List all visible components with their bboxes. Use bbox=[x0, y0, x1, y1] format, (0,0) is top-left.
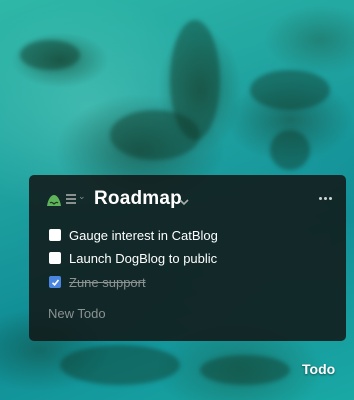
reef-texture bbox=[270, 130, 310, 170]
todo-checkbox[interactable] bbox=[49, 252, 61, 264]
reef-texture bbox=[110, 110, 200, 160]
basecamp-icon[interactable] bbox=[46, 193, 62, 207]
list-icon[interactable] bbox=[66, 194, 76, 204]
todo-item[interactable]: Gauge interest in CatBlog bbox=[49, 225, 218, 245]
reef-texture bbox=[20, 40, 80, 70]
widget-header: ⌄ Roadmap bbox=[29, 175, 346, 225]
todo-label[interactable]: Launch DogBlog to public bbox=[69, 251, 217, 266]
more-options-icon[interactable] bbox=[319, 197, 332, 200]
title-chevron-down-icon[interactable] bbox=[179, 192, 189, 206]
todo-label[interactable]: Zune support bbox=[69, 275, 146, 290]
new-todo-input[interactable]: New Todo bbox=[48, 306, 106, 321]
todo-widget: ⌄ Roadmap Gauge interest in CatBlog Laun… bbox=[29, 175, 346, 341]
checkmark-icon bbox=[51, 278, 59, 286]
list-title[interactable]: Roadmap bbox=[94, 188, 182, 210]
todo-item[interactable]: Launch DogBlog to public bbox=[49, 248, 217, 268]
reef-texture bbox=[60, 345, 180, 385]
todo-label[interactable]: Gauge interest in CatBlog bbox=[69, 228, 218, 243]
reef-texture bbox=[250, 70, 330, 110]
todo-item[interactable]: Zune support bbox=[49, 272, 146, 292]
todo-tab-label[interactable]: Todo bbox=[302, 361, 335, 377]
todo-checkbox[interactable] bbox=[49, 229, 61, 241]
reef-texture bbox=[200, 355, 290, 385]
todo-checkbox-checked[interactable] bbox=[49, 276, 61, 288]
chevron-down-icon[interactable]: ⌄ bbox=[78, 192, 86, 202]
